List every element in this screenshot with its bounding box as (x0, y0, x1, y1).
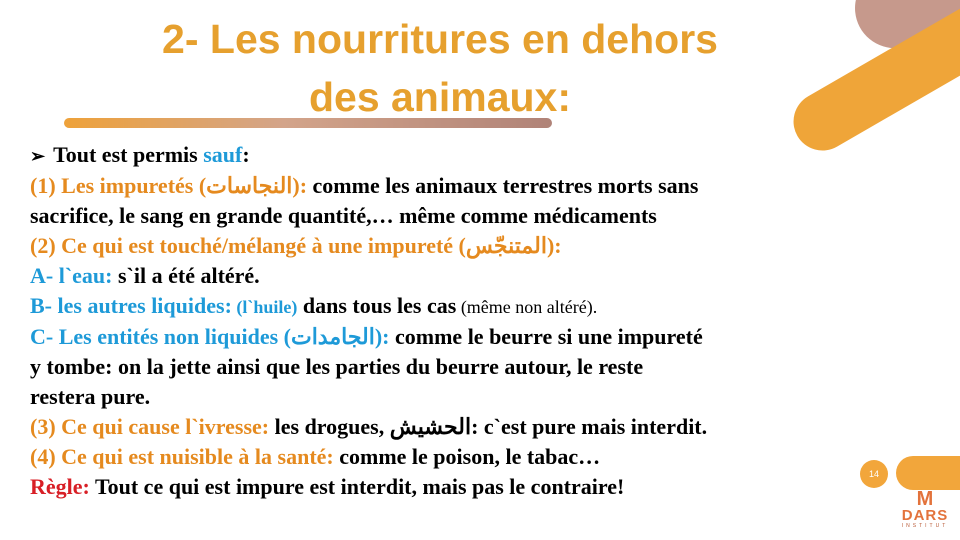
item1-label: (1) Les impuretés ( (30, 173, 207, 198)
item1-line2: sacrifice, le sang en grande quantité,… … (30, 203, 657, 228)
itemB-paren: (l`huile) (231, 297, 298, 317)
item3-label: (3) Ce qui cause l`ivresse: (30, 414, 270, 439)
intro-line: ➢ Tout est permis sauf: (30, 140, 945, 171)
itemC-line3: restera pure. (30, 384, 151, 409)
item2-arabic: المتنجّس (465, 233, 547, 258)
item4-line: (4) Ce qui est nuisible à la santé: comm… (30, 442, 945, 472)
item1-text: comme les animaux terrestres morts sans (307, 173, 699, 198)
itemB-note: (même non altéré). (456, 297, 598, 317)
logo-name: DARS (901, 507, 949, 524)
intro-highlight: sauf (203, 142, 243, 167)
item1-label-end: ): (292, 173, 308, 198)
page-number: 14 (860, 460, 888, 488)
item4-text: comme le poison, le tabac… (333, 444, 601, 469)
itemC-label: C- Les entités non liquides ( (30, 324, 291, 349)
item3-text: les drogues, (269, 414, 390, 439)
title-underline (64, 118, 552, 128)
page-number-pill (896, 456, 960, 490)
item1-line: (1) Les impuretés (النجاسات): comme les … (30, 171, 945, 201)
itemC-text: comme le beurre si une impureté (389, 324, 703, 349)
itemB-line: B- les autres liquides: (l`huile) dans t… (30, 291, 945, 322)
itemB-text: dans tous les cas (297, 293, 457, 318)
itemC-line: C- Les entités non liquides (الجامدات): … (30, 322, 945, 352)
itemA-text: s`il a été altéré. (112, 263, 260, 288)
itemB-label: B- les autres liquides: (30, 293, 232, 318)
slide-title-line1: 2- Les nourritures en dehors (162, 16, 718, 62)
intro-end: : (242, 142, 250, 167)
item3-arabic: الحشيش (389, 414, 472, 439)
rule-label: Règle: (30, 474, 90, 499)
item3-text-end: : c`est pure mais interdit. (471, 414, 708, 439)
itemA-label: A- l`eau: (30, 263, 113, 288)
item1-arabic: النجاسات (206, 173, 293, 198)
rule-line: Règle: Tout ce qui est impure est interd… (30, 472, 945, 502)
item4-label: (4) Ce qui est nuisible à la santé: (30, 444, 334, 469)
arrow-bullet-icon: ➢ (30, 146, 46, 166)
item2-label: (2) Ce qui est touché/mélangé à une impu… (30, 233, 466, 258)
item2-line: (2) Ce qui est touché/mélangé à une impu… (30, 231, 945, 261)
dars-logo: M DARS INSTITUT (895, 488, 955, 538)
item2-label-end: ): (546, 233, 562, 258)
itemA-line: A- l`eau: s`il a été altéré. (30, 261, 945, 291)
logo-mark-icon: M (916, 488, 934, 510)
item3-line: (3) Ce qui cause l`ivresse: les drogues,… (30, 412, 945, 442)
logo-subtitle: INSTITUT (901, 523, 949, 529)
itemC-arabic: الجامدات (290, 324, 375, 349)
rule-text: Tout ce qui est impure est interdit, mai… (89, 474, 625, 499)
intro-text: Tout est permis (53, 142, 204, 167)
slide-title: 2- Les nourritures en dehors des animaux… (40, 10, 840, 126)
slide-body: ➢ Tout est permis sauf: (1) Les impuretés… (30, 140, 945, 502)
itemC-label-end: ): (374, 324, 390, 349)
itemC-line2: y tombe: on la jette ainsi que les parti… (30, 354, 644, 379)
